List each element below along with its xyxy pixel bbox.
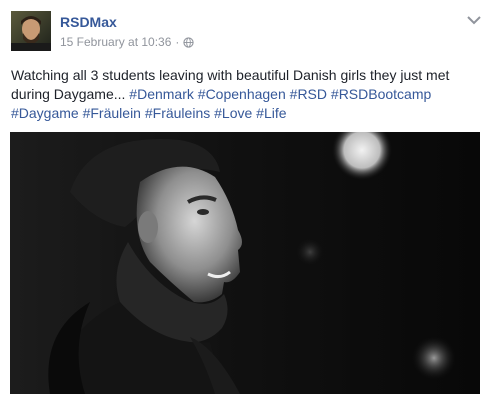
hashtag-link[interactable]: #Fräuleins <box>145 105 210 121</box>
hashtag-link[interactable]: #Copenhagen <box>198 86 286 102</box>
post-photo[interactable] <box>10 132 480 394</box>
hashtag-link[interactable]: #Daygame <box>11 105 79 121</box>
hashtag-link[interactable]: #RSDBootcamp <box>331 86 431 102</box>
chevron-down-icon[interactable] <box>466 14 482 26</box>
globe-icon[interactable] <box>183 36 195 48</box>
hashtag-link[interactable]: #RSD <box>290 86 327 102</box>
meta-separator: · <box>175 35 180 49</box>
hashtag-link[interactable]: #Life <box>256 105 286 121</box>
portrait-photo <box>10 132 480 394</box>
hashtag-link[interactable]: #Love <box>214 105 252 121</box>
facebook-post: RSDMax 15 February at 10:36 · Watching a… <box>0 0 490 405</box>
hashtag-link[interactable]: #Denmark <box>129 86 194 102</box>
hashtag-link[interactable]: #Fräulein <box>83 105 141 121</box>
post-timestamp[interactable]: 15 February at 10:36 <box>60 34 171 50</box>
avatar-photo <box>11 11 51 51</box>
post-message: Watching all 3 students leaving with bea… <box>11 66 481 123</box>
author-avatar[interactable] <box>11 11 51 51</box>
author-name[interactable]: RSDMax <box>60 13 117 31</box>
post-meta: 15 February at 10:36 · <box>60 34 195 50</box>
